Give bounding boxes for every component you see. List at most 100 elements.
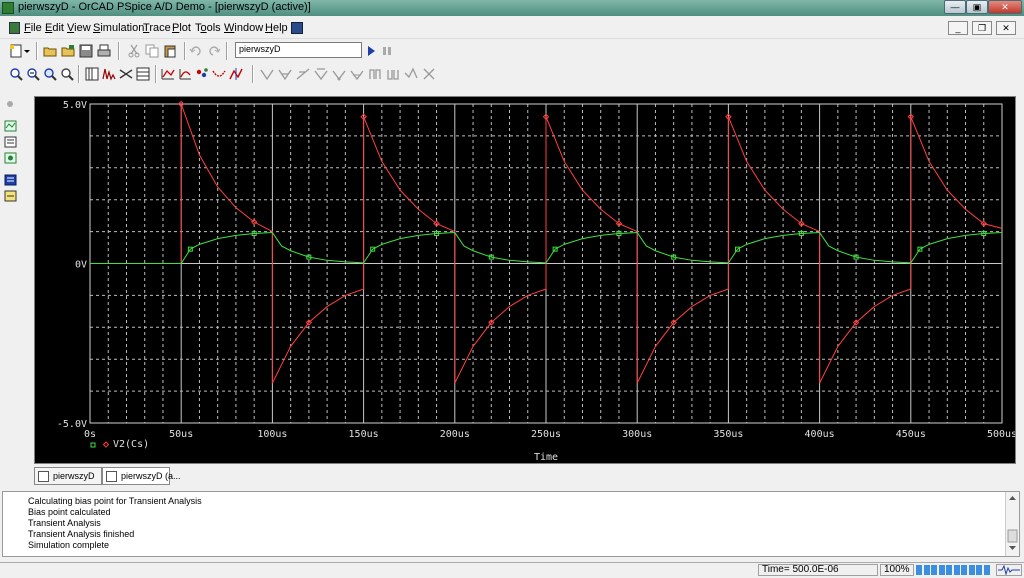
performance-analysis-icon[interactable] xyxy=(118,66,134,82)
menu-trace[interactable]: Trace xyxy=(143,22,171,34)
menu-edit[interactable]: Edit xyxy=(45,22,64,34)
simulation-messages-icon[interactable] xyxy=(4,136,17,148)
watch-variables-icon[interactable] xyxy=(4,152,17,164)
schematic-tab-icon xyxy=(38,471,49,482)
label-point-icon[interactable] xyxy=(403,66,419,82)
tab-label: pierwszyD xyxy=(53,471,95,481)
menu-plot[interactable]: Plot xyxy=(172,22,191,34)
plot-window[interactable]: 5.0V 0V -5.0V 0s 50us 100us 150us 200us 250us 300… xyxy=(34,96,1016,464)
open-project-icon[interactable] xyxy=(60,43,76,59)
progress-segment xyxy=(961,565,967,575)
maximize-button[interactable]: ▣ xyxy=(966,0,988,14)
menu-simulation[interactable]: Simulation xyxy=(93,22,144,34)
toggle-cursor-icon[interactable] xyxy=(211,66,227,82)
mdi-close-button[interactable]: ✕ xyxy=(996,21,1016,35)
progress-segment xyxy=(916,565,922,575)
simulation-results-icon[interactable] xyxy=(4,120,17,132)
cursor-search-icon[interactable] xyxy=(349,66,365,82)
cursor-peak-icon[interactable] xyxy=(228,66,244,82)
menu-bar: File Edit View Simulation Trace Plot Too… xyxy=(0,18,1024,39)
pointer-icon[interactable] xyxy=(4,98,17,110)
next-transition-icon[interactable] xyxy=(367,66,383,82)
output-file-icon[interactable] xyxy=(4,174,17,186)
add-trace-icon[interactable] xyxy=(160,66,176,82)
zoom-area-icon[interactable] xyxy=(42,66,58,82)
open-icon[interactable] xyxy=(42,43,58,59)
schematic-icon[interactable] xyxy=(4,190,17,202)
log-y-axis-icon[interactable] xyxy=(135,66,151,82)
mark-data-points-icon[interactable] xyxy=(194,66,210,82)
waveform-status-icon xyxy=(996,564,1022,576)
paste-icon[interactable] xyxy=(162,43,178,59)
previous-transition-icon[interactable] xyxy=(385,66,401,82)
x-tick-label: 400us xyxy=(805,429,835,440)
legend-label: V2(Cs) xyxy=(113,439,149,450)
minimize-button[interactable]: — xyxy=(944,0,966,14)
output-line: Simulation complete xyxy=(28,540,110,550)
tab-plot-active[interactable]: pierwszyD (a... xyxy=(102,467,181,485)
progress-segment xyxy=(953,565,960,575)
pause-icon[interactable] xyxy=(379,43,395,59)
run-icon[interactable] xyxy=(363,43,379,59)
x-tick-label: 200us xyxy=(440,429,470,440)
progress-segment xyxy=(923,565,930,575)
separator xyxy=(78,65,80,83)
menu-file[interactable]: File xyxy=(24,22,42,34)
redo-icon[interactable] xyxy=(206,43,222,59)
eval-goal-function-icon[interactable] xyxy=(177,66,193,82)
cursor-slope-icon[interactable] xyxy=(277,66,293,82)
log-x-axis-icon[interactable] xyxy=(84,66,100,82)
legend-marker-diamond xyxy=(102,441,110,448)
cursor-min-icon[interactable] xyxy=(295,66,311,82)
separator xyxy=(226,42,228,60)
x-tick-label: 50us xyxy=(169,429,193,440)
output-line: Transient Analysis xyxy=(28,518,101,528)
simulation-profile-select[interactable]: pierwszyD xyxy=(235,42,362,58)
menu-view[interactable]: View xyxy=(67,22,91,34)
window-title: pierwszyD - OrCAD PSpice A/D Demo - [pie… xyxy=(18,1,311,13)
zoom-in-icon[interactable] xyxy=(8,66,24,82)
fourier-icon[interactable] xyxy=(101,66,117,82)
separator xyxy=(184,42,186,60)
tab-label: pierwszyD (a... xyxy=(121,471,181,481)
mdi-restore-button[interactable]: ❐ xyxy=(972,21,992,35)
left-toolbar xyxy=(0,92,20,212)
tab-schematic[interactable]: pierwszyD xyxy=(34,467,102,485)
x-tick-label: 350us xyxy=(713,429,743,440)
output-line: Bias point calculated xyxy=(28,507,111,517)
menu-tools[interactable]: Tools xyxy=(195,22,221,34)
y-tick-label: 0V xyxy=(75,260,87,271)
cursor-point-icon[interactable] xyxy=(331,66,347,82)
menu-help[interactable]: Help xyxy=(265,22,288,34)
whats-this-icon[interactable] xyxy=(291,22,303,34)
output-scrollbar[interactable] xyxy=(1005,492,1019,556)
label-mark-icon[interactable] xyxy=(421,66,437,82)
undo-icon[interactable] xyxy=(188,43,204,59)
y-tick-label: -5.0V xyxy=(57,419,87,430)
title-bar: pierwszyD - OrCAD PSpice A/D Demo - [pie… xyxy=(0,0,1024,16)
document-icon[interactable] xyxy=(9,22,20,34)
print-icon[interactable] xyxy=(96,43,112,59)
progress-segment xyxy=(983,565,990,575)
status-zoom: 100% xyxy=(880,564,914,576)
simulation-progress-bar xyxy=(916,565,991,575)
output-window: Calculating bias point for Transient Ana… xyxy=(2,491,1020,557)
zoom-fit-icon[interactable] xyxy=(59,66,75,82)
output-line: Calculating bias point for Transient Ana… xyxy=(28,496,202,506)
x-axis-label: Time xyxy=(534,452,558,463)
save-icon[interactable] xyxy=(78,43,94,59)
cursor-max-icon[interactable] xyxy=(313,66,329,82)
mdi-minimize-button[interactable]: _ xyxy=(948,21,968,35)
close-button[interactable]: ✕ xyxy=(988,0,1022,14)
cut-icon[interactable] xyxy=(126,43,142,59)
separator xyxy=(118,42,120,60)
menu-window[interactable]: Window xyxy=(224,22,263,34)
separator xyxy=(155,65,157,83)
x-tick-label: 100us xyxy=(257,429,287,440)
x-tick-label: 500us xyxy=(987,429,1015,440)
plot-tab-icon xyxy=(106,471,117,482)
cursor-trough-icon[interactable] xyxy=(259,66,275,82)
new-dropdown-icon[interactable] xyxy=(22,43,32,59)
zoom-out-icon[interactable] xyxy=(25,66,41,82)
copy-icon[interactable] xyxy=(144,43,160,59)
